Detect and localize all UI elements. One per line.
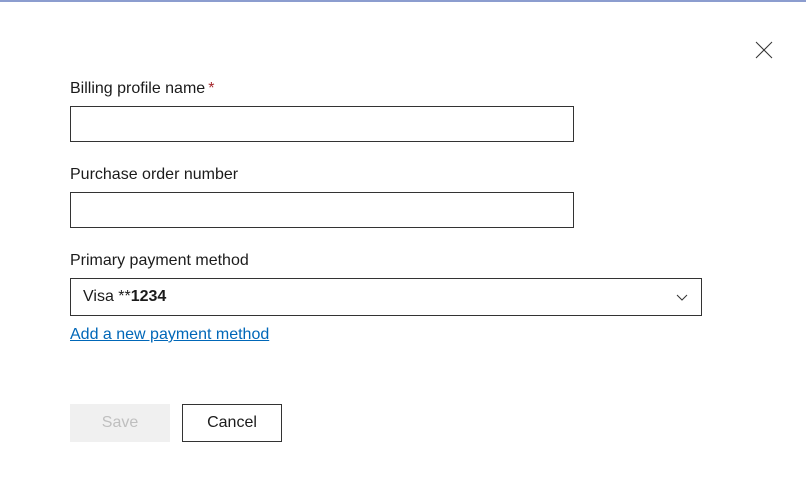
- required-indicator: *: [208, 80, 214, 97]
- purchase-order-input[interactable]: [70, 192, 574, 228]
- payment-method-label: Primary payment method: [70, 252, 736, 270]
- card-prefix: Visa **: [83, 288, 131, 305]
- payment-method-group: Primary payment method Visa **1234 Add a…: [70, 252, 736, 344]
- payment-method-selected: Visa **1234: [83, 288, 166, 306]
- cancel-button[interactable]: Cancel: [182, 404, 282, 442]
- billing-profile-name-label: Billing profile name*: [70, 80, 736, 98]
- save-button[interactable]: Save: [70, 404, 170, 442]
- add-payment-method-link[interactable]: Add a new payment method: [70, 326, 269, 344]
- purchase-order-label: Purchase order number: [70, 166, 736, 184]
- close-icon: [755, 41, 773, 59]
- billing-profile-form: Billing profile name* Purchase order num…: [0, 2, 806, 442]
- chevron-down-icon: [675, 290, 689, 304]
- billing-profile-name-group: Billing profile name*: [70, 80, 736, 142]
- card-digits: 1234: [131, 288, 167, 305]
- billing-profile-name-input[interactable]: [70, 106, 574, 142]
- purchase-order-group: Purchase order number: [70, 166, 736, 228]
- form-actions: Save Cancel: [70, 404, 736, 442]
- label-text: Billing profile name: [70, 80, 205, 97]
- payment-method-select[interactable]: Visa **1234: [70, 278, 702, 316]
- close-button[interactable]: [754, 40, 774, 60]
